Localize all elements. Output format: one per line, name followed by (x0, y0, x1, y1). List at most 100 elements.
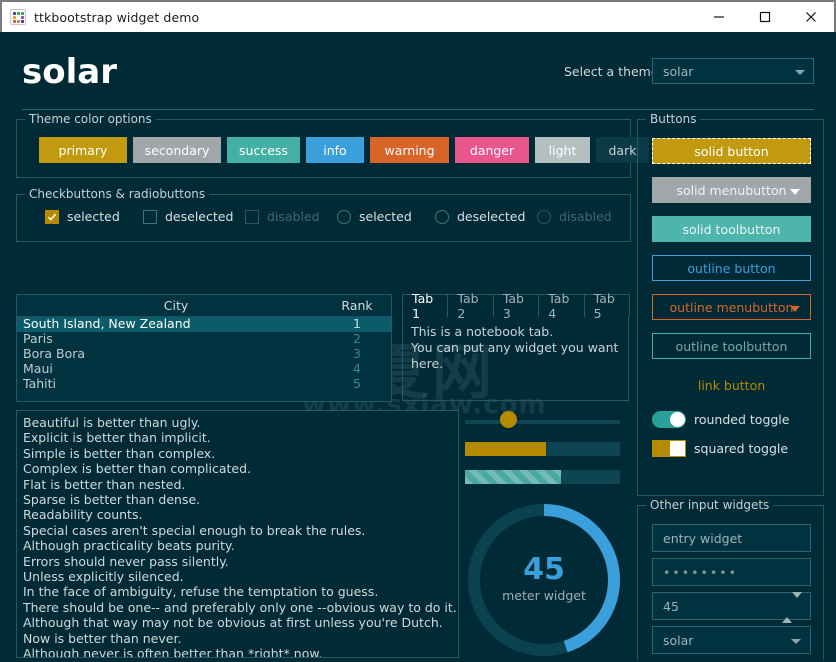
spinbox-arrows[interactable] (782, 592, 802, 623)
solid-toolbutton[interactable]: solid toolbutton (652, 216, 811, 242)
text-line: Unless explicitly silenced. (23, 569, 184, 585)
tab-3[interactable]: Tab 3 (492, 291, 540, 321)
color-button-label: secondary (144, 142, 210, 158)
chevron-down-icon (790, 306, 800, 312)
meter-value: 45 (523, 552, 565, 587)
empty-checkbox-icon (245, 209, 259, 224)
buttons-group: Buttons solid button solid menubutton soli… (637, 112, 824, 496)
spinbox-value: 45 (663, 598, 679, 614)
color-button-danger[interactable]: danger (455, 137, 529, 163)
maximize-button[interactable] (742, 2, 788, 32)
password-entry[interactable]: •••••••• (652, 558, 811, 586)
check-widget-label: selected (67, 209, 120, 224)
progressbar-solid-fill (465, 442, 546, 456)
progressbar-striped-fill (465, 470, 562, 484)
color-button-light[interactable]: light (535, 137, 590, 163)
tab-2[interactable]: Tab 2 (447, 291, 494, 321)
table-row[interactable]: Tahiti 5 (17, 376, 391, 392)
squared-toggle-track (652, 440, 686, 457)
tab-1[interactable]: Tab 1 (402, 291, 449, 321)
radiobutton-selected-3[interactable]: selected (337, 209, 412, 224)
checkbutton-selected-0[interactable]: selected (45, 209, 120, 224)
meter-label: meter widget (502, 588, 586, 603)
scale-slider[interactable] (465, 411, 620, 428)
cell-city: South Island, New Zealand (23, 316, 191, 331)
tab-label: Tab 5 (593, 291, 615, 321)
outline-button-label: outline button (687, 260, 776, 276)
cell-rank: 3 (353, 346, 361, 361)
link-button[interactable]: link button (652, 372, 811, 398)
table-row[interactable]: South Island, New Zealand 1 (17, 316, 391, 332)
solid-button[interactable]: solid button (652, 138, 811, 164)
entry-widget-value: entry widget (663, 530, 743, 546)
check-widget-label: disabled (559, 209, 612, 224)
radio-circle-icon (537, 209, 551, 224)
squared-toggle[interactable]: squared toggle (652, 440, 788, 457)
treeview-column-city[interactable]: City (17, 298, 335, 313)
empty-checkbox-icon (143, 209, 157, 224)
radiobutton-deselected-4[interactable]: deselected (435, 209, 525, 224)
minimize-icon (714, 16, 724, 18)
meter-widget[interactable]: 45 meter widget (464, 500, 624, 660)
outline-toolbutton[interactable]: outline toolbutton (652, 333, 811, 359)
solid-button-label: solid button (694, 143, 769, 159)
rounded-toggle[interactable]: rounded toggle (652, 411, 789, 428)
password-entry-value: •••••••• (663, 564, 738, 580)
table-row[interactable]: Bora Bora 3 (17, 346, 391, 362)
color-button-label: light (548, 142, 577, 158)
window-titlebar[interactable]: ttkbootstrap widget demo (0, 0, 836, 32)
color-button-secondary[interactable]: secondary (133, 137, 221, 163)
toggle-knob (670, 412, 685, 427)
spinbox-widget[interactable]: 45 (652, 592, 811, 623)
other-input-widgets-group: Other input widgets entry widget •••••••… (637, 498, 824, 660)
cell-rank: 1 (353, 316, 361, 331)
outline-button[interactable]: outline button (652, 255, 811, 281)
theme-select-value: solar (663, 63, 694, 79)
spinbox-up-icon[interactable] (782, 598, 792, 623)
theme-color-options-legend: Theme color options (25, 112, 156, 126)
combobox-widget[interactable]: solar (652, 626, 811, 654)
treeview-header: City Rank (17, 295, 391, 317)
color-button-label: dark (608, 142, 637, 158)
zen-text-widget[interactable]: Beautiful is better than ugly. Explicit i… (16, 410, 459, 658)
other-input-widgets-legend: Other input widgets (646, 498, 774, 512)
treeview-column-rank[interactable]: Rank (335, 298, 379, 313)
application-body: solar Select a theme: solar 硕夏网 www.sxia… (2, 32, 834, 660)
table-row[interactable]: Paris 2 (17, 331, 391, 347)
color-button-success[interactable]: success (227, 137, 300, 163)
scale-handle[interactable] (500, 411, 517, 428)
progressbar-striped (465, 470, 620, 484)
color-button-warning[interactable]: warning (370, 137, 449, 163)
notebook-panel: This is a notebook tab. You can put any … (402, 316, 629, 401)
city-rank-treeview[interactable]: City Rank South Island, New Zealand 1 Pari… (16, 294, 392, 402)
treeview-body: South Island, New Zealand 1 Paris 2 Bora Bor… (17, 316, 391, 392)
text-line: Readability counts. (23, 507, 143, 523)
color-button-info[interactable]: info (306, 137, 364, 163)
combobox-value: solar (663, 632, 694, 648)
text-line: Errors should never pass silently. (23, 553, 229, 569)
close-icon (806, 12, 816, 22)
checkbuttons-radiobuttons-group: Checkbuttons & radiobuttons selected dese… (16, 187, 631, 242)
minimize-button[interactable] (696, 2, 742, 32)
table-row[interactable]: Maui 4 (17, 361, 391, 377)
outline-menubutton[interactable]: outline menubutton (652, 294, 811, 320)
chevron-down-icon (790, 189, 800, 195)
color-button-primary[interactable]: primary (39, 137, 127, 163)
color-button-label: danger (469, 142, 515, 158)
notebook: Tab 1 Tab 2 Tab 3 Tab 4 Tab 5 This is a note… (402, 291, 631, 402)
tab-5[interactable]: Tab 5 (583, 291, 631, 321)
theme-select-combobox[interactable]: solar (652, 58, 814, 84)
color-button-label: warning (384, 142, 435, 158)
spinbox-down-icon[interactable] (792, 592, 802, 617)
close-button[interactable] (788, 2, 834, 32)
text-line: Although never is often better than *rig… (23, 646, 323, 658)
tab-label: Tab 4 (548, 291, 570, 321)
scale-trough (465, 420, 620, 424)
notebook-panel-line2: You can put any widget you want here. (411, 340, 619, 371)
checkbutton-deselected-1[interactable]: deselected (143, 209, 233, 224)
solid-menubutton[interactable]: solid menubutton (652, 177, 811, 203)
text-line: Sparse is better than dense. (23, 492, 201, 508)
outline-menubutton-label: outline menubutton (669, 299, 794, 315)
tab-4[interactable]: Tab 4 (538, 291, 585, 321)
entry-widget[interactable]: entry widget (652, 524, 811, 552)
